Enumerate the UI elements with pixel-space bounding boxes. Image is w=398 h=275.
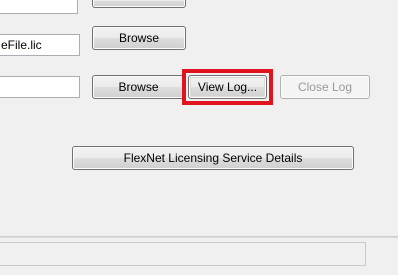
log-file-input[interactable] bbox=[0, 76, 80, 98]
view-log-label: View Log... bbox=[197, 80, 258, 94]
flexnet-service-details-label: FlexNet Licensing Service Details bbox=[123, 151, 303, 165]
close-log-button: Close Log bbox=[280, 75, 370, 99]
status-pane bbox=[0, 242, 366, 266]
log-browse-label: Browse bbox=[118, 80, 159, 94]
log-browse-button[interactable]: Browse bbox=[92, 75, 185, 99]
view-log-button[interactable]: View Log... bbox=[188, 75, 267, 99]
top-field-partial[interactable] bbox=[0, 0, 78, 14]
close-log-label: Close Log bbox=[297, 80, 353, 94]
license-file-input[interactable]: eFile.lic bbox=[0, 34, 80, 56]
flexnet-service-details-button[interactable]: FlexNet Licensing Service Details bbox=[72, 146, 354, 170]
license-browse-label: Browse bbox=[118, 31, 159, 45]
top-button-partial[interactable] bbox=[92, 0, 186, 8]
status-bar bbox=[0, 237, 398, 275]
license-browse-button[interactable]: Browse bbox=[92, 26, 186, 50]
license-file-value: eFile.lic bbox=[1, 38, 42, 52]
